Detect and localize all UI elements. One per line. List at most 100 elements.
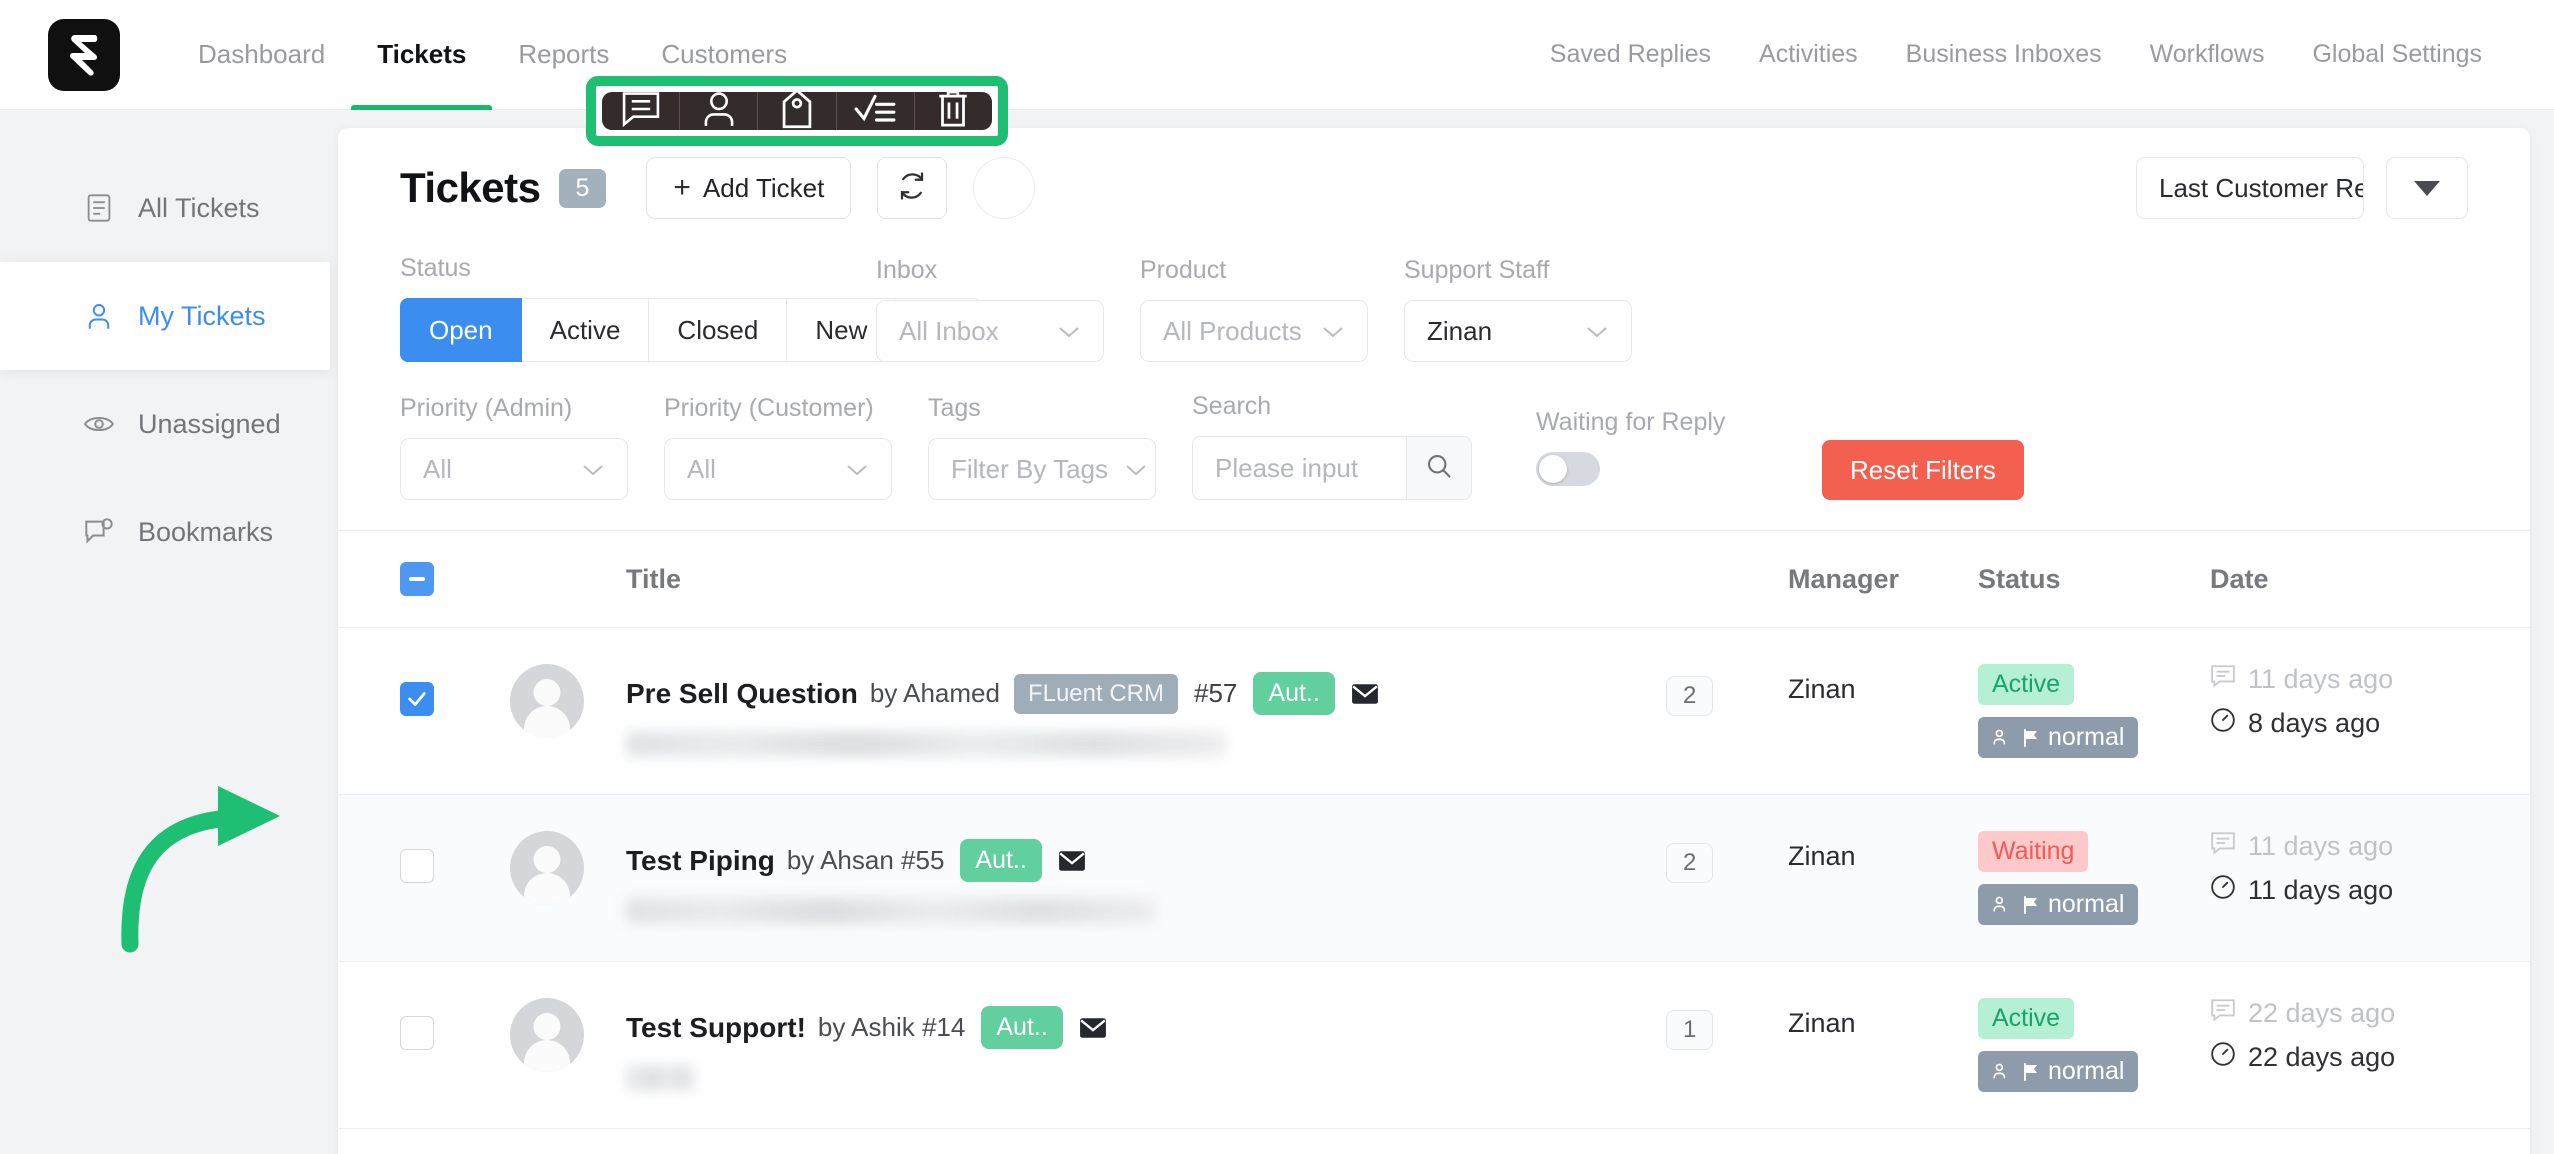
search-input[interactable] <box>1192 436 1406 500</box>
sort-direction-button[interactable] <box>2386 157 2468 219</box>
ticket-title[interactable]: Test Support! <box>626 1012 806 1044</box>
filter-tags: Tags Filter By Tags <box>928 394 1172 500</box>
user-outline-icon <box>699 89 739 134</box>
status-option-closed[interactable]: Closed <box>649 298 788 362</box>
reset-filters-button[interactable]: Reset Filters <box>1822 440 2024 500</box>
comment-icon <box>2210 998 2236 1029</box>
nav-label: Global Settings <box>2312 40 2482 68</box>
ticket-author: by Ashik #14 <box>817 1012 966 1042</box>
table-row[interactable]: Pre Sell Question by Ahamed FLuent CRM #… <box>338 628 2530 795</box>
manager-name: Zinan <box>1788 841 1856 871</box>
nav-item-activities[interactable]: Activities <box>1735 0 1882 110</box>
sidebar-item-my-tickets[interactable]: My Tickets <box>0 262 330 370</box>
chevron-down-icon <box>1569 316 1609 347</box>
priority-admin-select[interactable]: All <box>400 438 628 500</box>
bulk-delete-button[interactable] <box>915 90 992 130</box>
tags-select[interactable]: Filter By Tags <box>928 438 1156 500</box>
select-all-checkbox[interactable] <box>400 562 434 596</box>
nav-item-tickets[interactable]: Tickets <box>351 0 493 110</box>
filter-label-product: Product <box>1140 256 1227 284</box>
ticket-title[interactable]: Test Piping <box>626 845 775 877</box>
waiting-for-reply-toggle[interactable] <box>1536 452 1600 486</box>
filter-row-1: Status Open Active Closed New All Inbox … <box>400 254 2468 362</box>
created-date: 11 days ago <box>2210 831 2530 862</box>
row-reply-count-cell: 2 <box>1666 664 1788 716</box>
updated-date-label: 22 days ago <box>2248 1042 2396 1072</box>
priority-label: normal <box>2048 723 2125 751</box>
check-list-icon <box>853 91 897 132</box>
row-avatar-cell <box>510 998 626 1072</box>
inbox-select[interactable]: All Inbox <box>876 300 1104 362</box>
sidebar-item-label: My Tickets <box>138 300 266 331</box>
sidebar-item-all-tickets[interactable]: All Tickets <box>0 154 330 262</box>
priority-admin-value: All <box>423 453 452 484</box>
nav-item-global-settings[interactable]: Global Settings <box>2288 0 2506 110</box>
panel-header: Tickets 5 + Add Ticket Last Customer Res… <box>338 128 2530 248</box>
bulk-add-note-button[interactable] <box>602 91 681 130</box>
manager-name: Zinan <box>1788 674 1856 704</box>
filter-label-inbox: Inbox <box>876 256 938 284</box>
tickets-panel: Tickets 5 + Add Ticket Last Customer Res… <box>338 128 2530 1154</box>
row-title-cell: Test Support! by Ashik #14 Aut.. <box>626 998 1666 1091</box>
filter-label-status: Status <box>400 254 471 282</box>
reply-count-badge: 2 <box>1666 843 1714 883</box>
chevron-down-icon <box>829 454 869 485</box>
date-group: 11 days ago 8 days ago <box>2210 664 2530 740</box>
row-checkbox[interactable] <box>400 1016 434 1050</box>
support-staff-select[interactable]: Zinan <box>1404 300 1632 362</box>
sidebar-item-bookmarks[interactable]: Bookmarks <box>0 478 330 586</box>
nav-item-business-inboxes[interactable]: Business Inboxes <box>1882 0 2126 110</box>
created-date-label: 22 days ago <box>2248 998 2396 1028</box>
row-title-cell: Pre Sell Question by Ahamed FLuent CRM #… <box>626 664 1666 757</box>
nav-item-saved-replies[interactable]: Saved Replies <box>1526 0 1735 110</box>
priority-customer-select[interactable]: All <box>664 438 892 500</box>
bulk-assign-agent-button[interactable] <box>680 91 759 130</box>
row-checkbox[interactable] <box>400 682 434 716</box>
nav-label: Activities <box>1759 40 1858 68</box>
fluent-support-logo-icon[interactable] <box>48 18 120 91</box>
status-option-open[interactable]: Open <box>400 298 522 362</box>
more-actions-circle[interactable] <box>973 157 1036 219</box>
bulk-change-status-button[interactable] <box>837 92 915 130</box>
app-root: Dashboard Tickets Reports Customers Save… <box>0 0 2554 1154</box>
status-group: Waiting normal <box>1978 831 2210 925</box>
row-manager-cell: Zinan <box>1788 664 1978 705</box>
product-select[interactable]: All Products <box>1140 300 1368 362</box>
nav-item-workflows[interactable]: Workflows <box>2126 0 2289 110</box>
table-row[interactable]: Test Support! by Ashik #14 Aut.. 1 Zinan <box>338 962 2530 1129</box>
column-header-manager: Manager <box>1788 563 1900 594</box>
row-date-cell: 22 days ago 22 days ago <box>2210 998 2530 1074</box>
filter-reset-group: Reset Filters <box>1822 440 2024 500</box>
ticket-title[interactable]: Pre Sell Question <box>626 678 858 710</box>
sidebar-item-label: All Tickets <box>138 192 260 223</box>
reply-count-badge: 2 <box>1666 676 1714 716</box>
table-header-row: Title Manager Status Date <box>338 530 2530 628</box>
sidebar-item-unassigned[interactable]: Unassigned <box>0 370 330 478</box>
tags-value: Filter By Tags <box>951 453 1109 484</box>
search-button[interactable] <box>1406 436 1472 500</box>
bulk-add-tag-button[interactable] <box>758 88 837 130</box>
nav-item-dashboard[interactable]: Dashboard <box>172 0 351 110</box>
add-ticket-button[interactable]: + Add Ticket <box>646 157 852 219</box>
nav-label: Tickets <box>377 39 467 69</box>
table-row[interactable]: Test Piping by Ahsan #55 Aut.. 2 Zinan W… <box>338 795 2530 962</box>
row-date-cell: 11 days ago 8 days ago <box>2210 664 2530 740</box>
row-date-cell: 11 days ago 11 days ago <box>2210 831 2530 907</box>
manager-name: Zinan <box>1788 1008 1856 1038</box>
secondary-nav: Saved Replies Activities Business Inboxe… <box>1526 0 2506 110</box>
sort-by-select[interactable]: Last Customer Response <box>2136 157 2364 219</box>
row-checkbox[interactable] <box>400 849 434 883</box>
product-tag-badge: FLuent CRM <box>1013 673 1178 714</box>
status-option-active[interactable]: Active <box>521 298 650 362</box>
ticket-id: #57 <box>1194 678 1238 708</box>
priority-badge: normal <box>1978 717 2139 758</box>
status-badge: Active <box>1978 664 2075 705</box>
filter-search: Search <box>1192 392 1492 500</box>
chevron-down-icon <box>1305 316 1345 347</box>
clock-icon <box>2210 1041 2236 1074</box>
row-select-cell <box>400 831 510 883</box>
refresh-button[interactable] <box>877 157 948 219</box>
list-document-icon <box>82 193 116 223</box>
comment-at-icon <box>82 518 116 546</box>
filter-row-2: Priority (Admin) All Priority (Customer)… <box>400 392 2468 500</box>
